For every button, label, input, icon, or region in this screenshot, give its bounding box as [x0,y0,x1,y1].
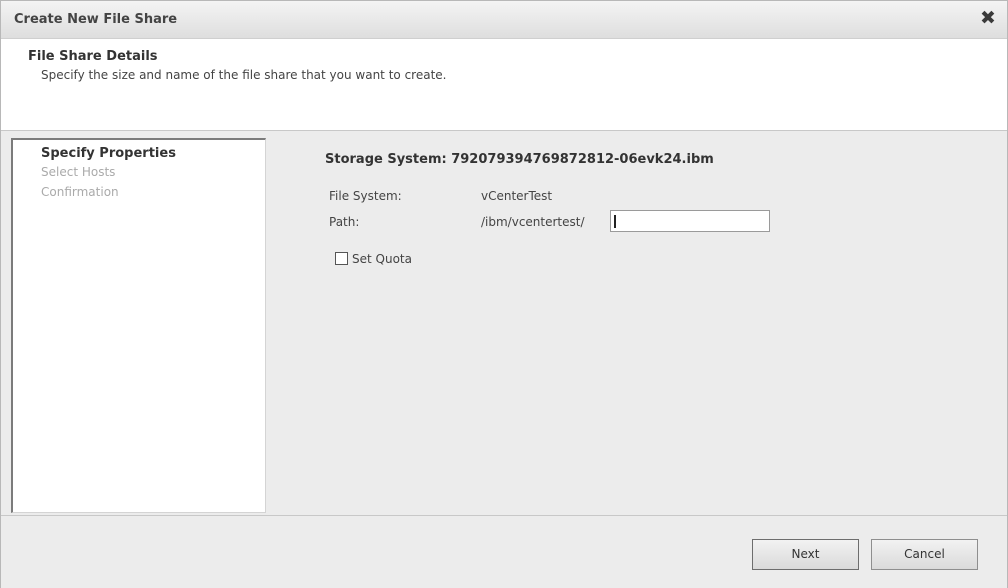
close-icon[interactable]: ✖ [978,8,998,28]
create-file-share-dialog: Create New File Share ✖ File Share Detai… [0,0,1008,588]
path-label: Path: [329,215,360,229]
properties-form: Storage System: 792079394769872812-06evk… [265,139,1007,511]
set-quota-label[interactable]: Set Quota [352,252,412,266]
dialog-header: File Share Details Specify the size and … [1,39,1007,131]
step-specify-properties: Specify Properties [41,146,176,161]
text-caret [614,215,616,228]
dialog-footer: Next Cancel [1,515,1007,588]
file-system-label: File System: [329,189,402,203]
set-quota-checkbox[interactable] [335,252,348,265]
path-prefix: /ibm/vcentertest/ [481,215,585,229]
file-system-value: vCenterTest [481,189,553,203]
path-input[interactable] [610,210,770,232]
wizard-steps-panel: Specify Properties Select Hosts Confirma… [11,138,266,513]
step-select-hosts: Select Hosts [41,165,116,179]
header-title: File Share Details [28,49,158,64]
dialog-title: Create New File Share [14,12,178,27]
next-button[interactable]: Next [752,539,859,570]
step-confirmation: Confirmation [41,185,119,199]
storage-system-heading: Storage System: 792079394769872812-06evk… [325,152,714,167]
header-subtitle: Specify the size and name of the file sh… [41,68,447,82]
dialog-titlebar: Create New File Share ✖ [1,1,1007,39]
cancel-button[interactable]: Cancel [871,539,978,570]
